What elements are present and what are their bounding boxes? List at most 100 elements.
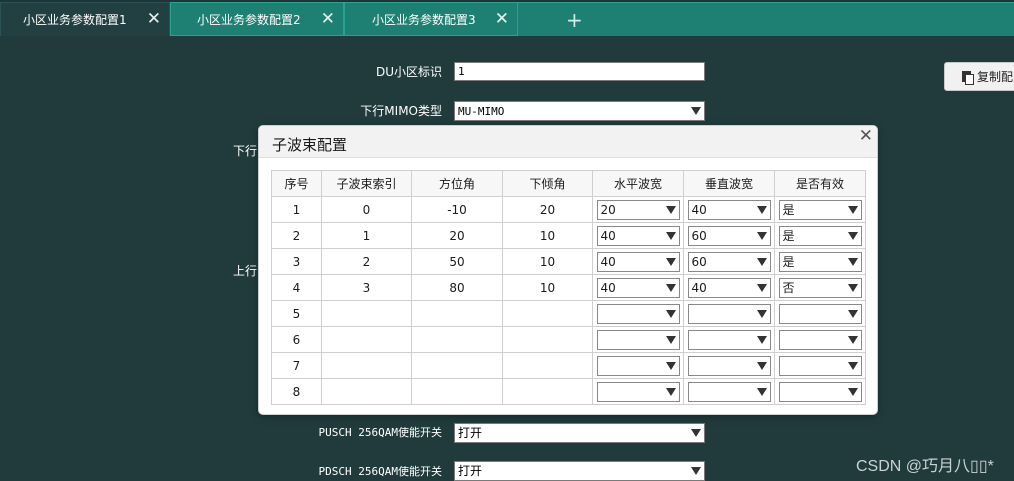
tab-cell-config-3[interactable]: 小区业务参数配置3 ✕ <box>344 2 518 36</box>
close-icon[interactable]: ✕ <box>321 9 335 29</box>
beam-index-cell[interactable] <box>321 378 412 405</box>
valid-select[interactable]: 否 <box>778 277 862 298</box>
v-width-select[interactable] <box>687 381 771 402</box>
v-width-select[interactable] <box>687 329 771 350</box>
h-width-select[interactable]: 40 <box>596 251 680 272</box>
pusch-256qam-select[interactable]: 打开 <box>454 423 705 443</box>
v-width-select-value: 60 <box>691 228 707 243</box>
beam-index-cell[interactable]: 3 <box>321 274 412 301</box>
valid-select[interactable]: 是 <box>778 199 862 220</box>
beam-index-cell[interactable] <box>321 352 412 379</box>
add-tab-button[interactable]: + <box>518 2 1014 36</box>
h-width-select[interactable] <box>596 329 680 350</box>
v-width-cell <box>683 300 775 327</box>
pdsch-256qam-label: PDSCH 256QAM使能开关 <box>318 465 442 478</box>
valid-select[interactable] <box>778 355 862 376</box>
v-width-select-value: 40 <box>691 280 707 295</box>
valid-select[interactable]: 是 <box>778 251 862 272</box>
valid-select[interactable]: 是 <box>778 225 862 246</box>
table-row: 5 <box>271 300 866 327</box>
h-width-select[interactable]: 40 <box>596 225 680 246</box>
beam-index-cell[interactable] <box>321 326 412 353</box>
azimuth-cell[interactable]: -10 <box>411 196 503 223</box>
valid-select-value: 是 <box>782 254 795 269</box>
h-width-select[interactable] <box>596 381 680 402</box>
azimuth-cell[interactable] <box>411 378 503 405</box>
beam-index-cell[interactable]: 1 <box>321 222 412 249</box>
azimuth-cell[interactable]: 20 <box>411 222 503 249</box>
plus-icon: + <box>566 8 583 32</box>
chevron-down-icon <box>691 429 701 437</box>
close-icon[interactable]: ✕ <box>495 9 509 29</box>
close-icon[interactable]: ✕ <box>859 126 873 146</box>
row-index-cell: 2 <box>271 222 322 249</box>
tab-cell-config-2[interactable]: 小区业务参数配置2 ✕ <box>170 2 344 36</box>
h-width-select[interactable] <box>596 303 680 324</box>
close-icon[interactable]: ✕ <box>147 9 161 29</box>
chevron-down-icon <box>756 361 767 370</box>
h-width-select[interactable]: 40 <box>596 277 680 298</box>
v-width-cell: 60 <box>683 248 775 275</box>
beam-index-cell[interactable] <box>321 300 412 327</box>
tilt-cell[interactable]: 10 <box>502 222 593 249</box>
h-width-select[interactable]: 20 <box>596 199 680 220</box>
chevron-down-icon <box>665 387 676 396</box>
row-index-cell: 4 <box>271 274 322 301</box>
azimuth-cell[interactable] <box>411 326 503 353</box>
chevron-down-icon <box>665 361 676 370</box>
tilt-cell[interactable] <box>502 300 593 327</box>
valid-cell: 是 <box>774 196 866 223</box>
v-width-select-value: 60 <box>691 254 707 269</box>
table-row: 8 <box>271 378 866 405</box>
watermark: CSDN @巧月八▯▯* <box>856 458 994 475</box>
tilt-cell[interactable]: 20 <box>502 196 593 223</box>
table-row: 7 <box>271 352 866 379</box>
v-width-select[interactable]: 60 <box>687 251 771 272</box>
h-width-select[interactable] <box>596 355 680 376</box>
h-width-select-value: 20 <box>600 202 616 217</box>
tab-cell-config-1[interactable]: 小区业务参数配置1 ✕ <box>0 2 170 36</box>
tilt-cell[interactable]: 10 <box>502 248 593 275</box>
copy-config-button[interactable]: 复制配 <box>944 62 1014 91</box>
tilt-cell[interactable] <box>502 326 593 353</box>
row-index-cell: 1 <box>271 196 322 223</box>
v-width-cell: 40 <box>683 196 775 223</box>
pdsch-256qam-value: 打开 <box>458 464 483 478</box>
v-width-select[interactable]: 40 <box>687 277 771 298</box>
valid-select[interactable] <box>778 329 862 350</box>
pdsch-256qam-select[interactable]: 打开 <box>454 461 705 481</box>
chevron-down-icon <box>756 309 767 318</box>
v-width-select[interactable]: 60 <box>687 225 771 246</box>
tilt-cell[interactable] <box>502 378 593 405</box>
chevron-down-icon <box>847 283 858 292</box>
du-cell-id-field[interactable]: 1 <box>454 62 705 81</box>
dl-mimo-type-select[interactable]: MU-MIMO <box>454 101 705 121</box>
azimuth-cell[interactable] <box>411 352 503 379</box>
azimuth-cell[interactable]: 50 <box>411 248 503 275</box>
beam-index-cell[interactable]: 2 <box>321 248 412 275</box>
h-width-cell <box>592 352 684 379</box>
valid-select[interactable] <box>778 303 862 324</box>
dl-partial-label: 下行 <box>233 144 258 158</box>
azimuth-cell[interactable]: 80 <box>411 274 503 301</box>
v-width-select[interactable]: 40 <box>687 199 771 220</box>
v-width-select[interactable] <box>687 355 771 376</box>
v-width-select[interactable] <box>687 303 771 324</box>
chevron-down-icon <box>756 257 767 266</box>
table-header-row: 序号 子波束索引 方位角 下倾角 水平波宽 垂直波宽 是否有效 <box>271 170 866 197</box>
azimuth-cell[interactable] <box>411 300 503 327</box>
h-width-cell: 40 <box>592 222 684 249</box>
chevron-down-icon <box>756 205 767 214</box>
valid-cell <box>774 378 866 405</box>
tilt-cell[interactable] <box>502 352 593 379</box>
column-header: 子波束索引 <box>321 170 412 197</box>
valid-select[interactable] <box>778 381 862 402</box>
dl-mimo-type-value: MU-MIMO <box>458 105 505 118</box>
column-header: 序号 <box>271 170 322 197</box>
table-row: 4 3 80 10 40 40 否 <box>271 274 866 301</box>
tilt-cell[interactable]: 10 <box>502 274 593 301</box>
beam-index-cell[interactable]: 0 <box>321 196 412 223</box>
table-row: 1 0 -10 20 20 40 是 <box>271 196 866 223</box>
tab-bar: 小区业务参数配置1 ✕ 小区业务参数配置2 ✕ 小区业务参数配置3 ✕ + <box>0 0 1014 36</box>
chevron-down-icon <box>691 467 701 475</box>
